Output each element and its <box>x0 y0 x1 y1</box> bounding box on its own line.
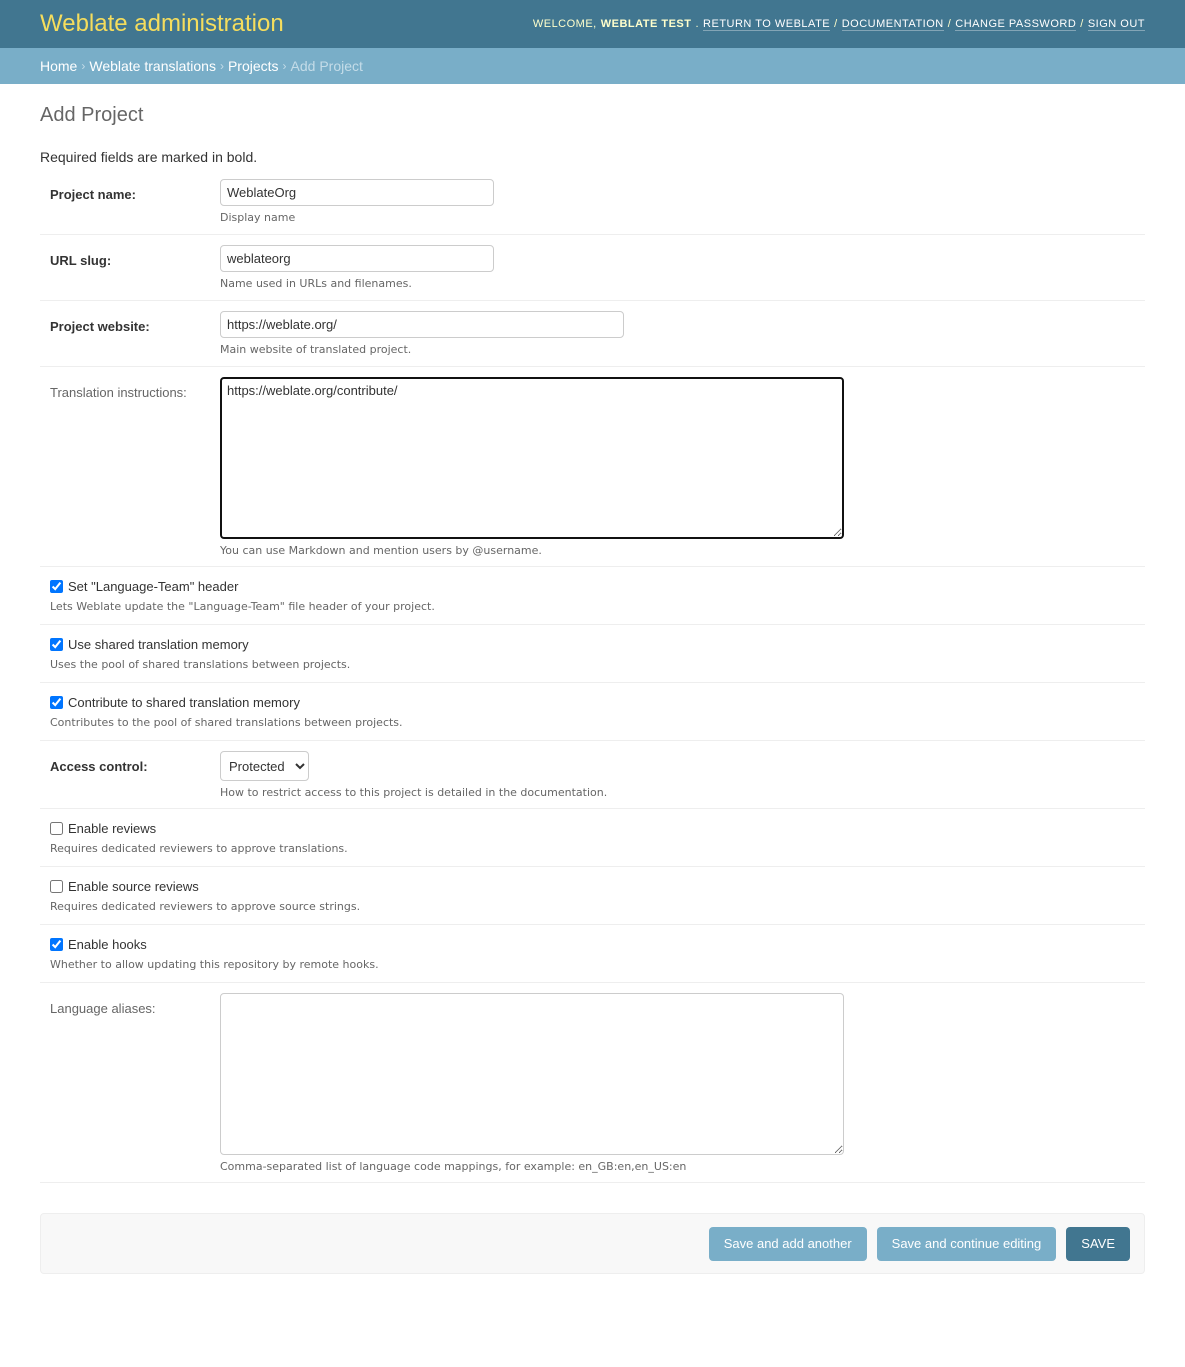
breadcrumb-home[interactable]: Home <box>40 58 77 74</box>
submit-row: Save and add another Save and continue e… <box>40 1213 1145 1274</box>
translation-instructions-label: Translation instructions: <box>50 385 187 400</box>
language-team-checkbox[interactable] <box>50 580 63 593</box>
form-row-contribute-shared-tm: Contribute to shared translation memory … <box>40 683 1145 741</box>
language-aliases-textarea[interactable] <box>220 993 844 1155</box>
save-and-add-another-button[interactable]: Save and add another <box>708 1226 867 1261</box>
enable-hooks-checkbox[interactable] <box>50 938 63 951</box>
language-team-label[interactable]: Set "Language-Team" header <box>68 579 238 594</box>
enable-hooks-label[interactable]: Enable hooks <box>68 937 147 952</box>
welcome-text: Welcome, <box>532 18 597 30</box>
project-name-label: Project name: <box>50 187 136 202</box>
enable-source-reviews-checkbox[interactable] <box>50 880 63 893</box>
form-row-url-slug: URL slug: Name used in URLs and filename… <box>40 235 1145 301</box>
form-row-enable-reviews: Enable reviews Requires dedicated review… <box>40 809 1145 867</box>
language-team-help: Lets Weblate update the "Language-Team" … <box>50 600 435 613</box>
enable-source-reviews-label[interactable]: Enable source reviews <box>68 879 199 894</box>
main-content: Add Project Required fields are marked i… <box>0 84 1185 1294</box>
change-password-link[interactable]: Change password <box>955 18 1077 31</box>
enable-hooks-help: Whether to allow updating this repositor… <box>50 958 379 971</box>
documentation-link[interactable]: Documentation <box>841 18 944 31</box>
language-aliases-help: Comma-separated list of language code ma… <box>220 1160 687 1173</box>
url-slug-input[interactable] <box>220 245 494 272</box>
form-row-project-name: Project name: Display name <box>40 179 1145 235</box>
page-title: Add Project <box>40 104 144 126</box>
form-row-language-team: Set "Language-Team" header Lets Weblate … <box>40 567 1145 625</box>
required-note: Required fields are marked in bold. <box>40 149 258 165</box>
breadcrumb-separator: › <box>219 59 224 73</box>
form-row-enable-source-reviews: Enable source reviews Requires dedicated… <box>40 867 1145 925</box>
project-name-input[interactable] <box>220 179 494 206</box>
return-to-weblate-link[interactable]: Return to Weblate <box>703 18 831 31</box>
breadcrumb: Home › Weblate translations › Projects ›… <box>0 48 1185 84</box>
use-shared-tm-label[interactable]: Use shared translation memory <box>68 637 249 652</box>
breadcrumb-separator: › <box>282 59 287 73</box>
sign-out-link[interactable]: Sign out <box>1087 18 1145 31</box>
form-row-use-shared-tm: Use shared translation memory Uses the p… <box>40 625 1145 683</box>
breadcrumb-current: Add Project <box>290 58 363 74</box>
form-row-enable-hooks: Enable hooks Whether to allow updating t… <box>40 925 1145 983</box>
form-row-translation-instructions: Translation instructions: https://weblat… <box>40 367 1145 567</box>
enable-reviews-help: Requires dedicated reviewers to approve … <box>50 842 348 855</box>
enable-reviews-checkbox[interactable] <box>50 822 63 835</box>
form-row-language-aliases: Language aliases: Comma-separated list o… <box>40 983 1145 1183</box>
use-shared-tm-checkbox[interactable] <box>50 638 63 651</box>
translation-instructions-help: You can use Markdown and mention users b… <box>220 544 542 557</box>
project-website-input[interactable] <box>220 311 624 338</box>
access-control-help: How to restrict access to this project i… <box>220 786 608 799</box>
site-branding: Weblate administration <box>40 10 284 37</box>
breadcrumb-separator: › <box>81 59 86 73</box>
form-row-project-website: Project website: Main website of transla… <box>40 301 1145 367</box>
project-name-help: Display name <box>220 211 296 224</box>
breadcrumb-weblate-translations[interactable]: Weblate translations <box>89 58 216 74</box>
enable-source-reviews-help: Requires dedicated reviewers to approve … <box>50 900 361 913</box>
url-slug-label: URL slug: <box>50 253 112 268</box>
access-control-select[interactable]: Protected <box>220 751 309 781</box>
contribute-shared-tm-label[interactable]: Contribute to shared translation memory <box>68 695 300 710</box>
user-tools: Welcome, Weblate Test. Return to Weblate… <box>532 17 1145 31</box>
language-aliases-label: Language aliases: <box>50 1001 156 1016</box>
translation-instructions-textarea[interactable]: https://weblate.org/contribute/ <box>220 377 844 539</box>
project-website-label: Project website: <box>50 319 150 334</box>
admin-header: Weblate administration Welcome, Weblate … <box>0 0 1185 48</box>
breadcrumb-projects[interactable]: Projects <box>228 58 279 74</box>
use-shared-tm-help: Uses the pool of shared translations bet… <box>50 658 351 671</box>
save-button[interactable]: Save <box>1066 1226 1130 1261</box>
project-website-help: Main website of translated project. <box>220 343 412 356</box>
form-row-access-control: Access control: Protected How to restric… <box>40 741 1145 809</box>
add-project-form: Project name: Display name URL slug: Nam… <box>40 179 1145 1274</box>
access-control-label: Access control: <box>50 759 148 774</box>
url-slug-help: Name used in URLs and filenames. <box>220 277 412 290</box>
save-and-continue-button[interactable]: Save and continue editing <box>876 1226 1057 1261</box>
username: Weblate Test <box>600 18 692 30</box>
contribute-shared-tm-help: Contributes to the pool of shared transl… <box>50 716 403 729</box>
contribute-shared-tm-checkbox[interactable] <box>50 696 63 709</box>
enable-reviews-label[interactable]: Enable reviews <box>68 821 156 836</box>
